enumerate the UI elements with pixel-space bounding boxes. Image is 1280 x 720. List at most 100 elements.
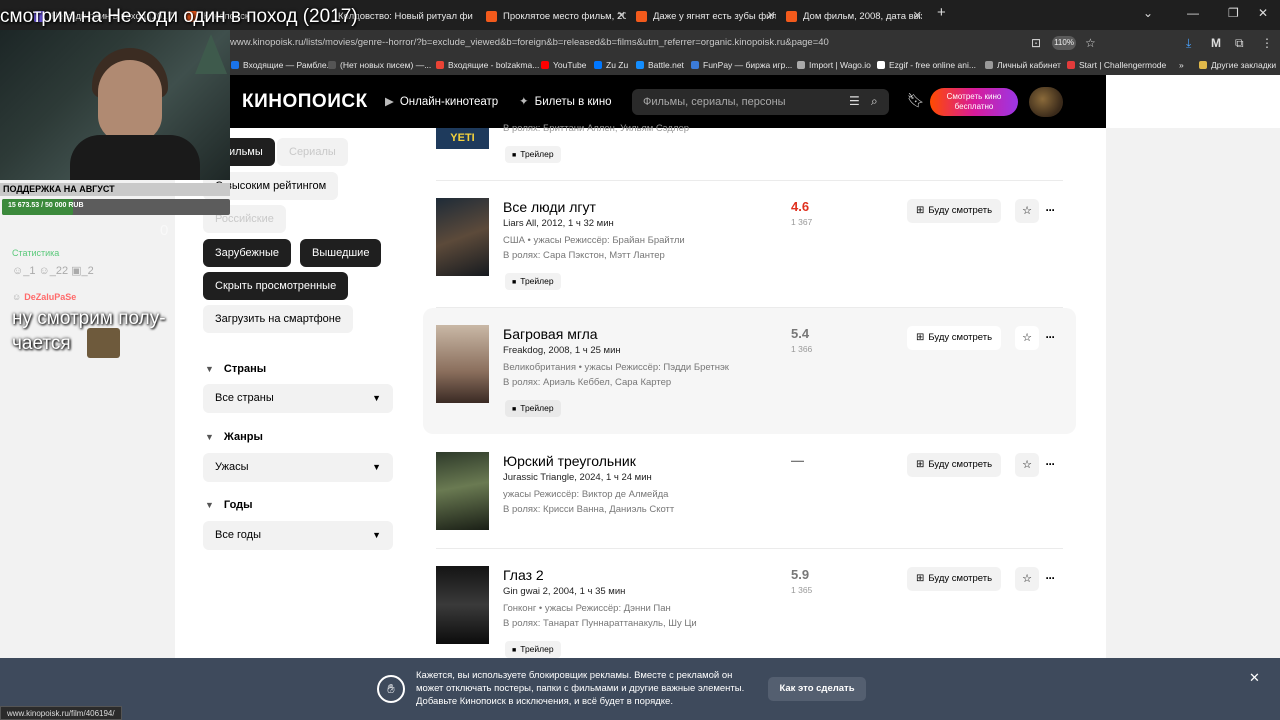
- new-tab-button[interactable]: +: [937, 4, 946, 21]
- trailer-button[interactable]: ■ Трейлер: [505, 400, 561, 417]
- browser-tab[interactable]: Даже у ягнят есть зубы фильм ✕: [636, 6, 776, 26]
- kinopoisk-logo[interactable]: КИНОПОИСК: [242, 91, 368, 113]
- url-field[interactable]: www.kinopoisk.ru/lists/movies/genre--hor…: [230, 37, 829, 48]
- years-select[interactable]: Все годы ▼: [203, 521, 393, 550]
- bookmark-item[interactable]: Входящие — Рамбле...: [231, 60, 334, 70]
- bookmark-icon: [231, 61, 239, 69]
- tab-close-icon[interactable]: ✕: [767, 9, 776, 22]
- bookmark-item[interactable]: FunPay — биржа игр...: [691, 60, 792, 70]
- star-icon[interactable]: ☆: [1015, 567, 1039, 591]
- window-close-icon[interactable]: ✕: [1258, 6, 1268, 20]
- bookmark-item[interactable]: Входящие - bolzakma...: [436, 60, 539, 70]
- menu-icon[interactable]: ⋮: [1261, 36, 1273, 50]
- filter-hide-viewed[interactable]: Скрыть просмотренные: [203, 272, 349, 300]
- watch-later-button[interactable]: ⊞ Буду смотреть: [907, 199, 1002, 223]
- browser-tab[interactable]: Колдовство: Новый ритуал фи: [338, 6, 482, 26]
- more-bookmarks-icon[interactable]: »: [1179, 60, 1184, 70]
- filter-icon[interactable]: ☰: [849, 94, 860, 108]
- trailer-label: Трейлер: [520, 403, 554, 413]
- maximize-icon[interactable]: ❐: [1228, 6, 1239, 20]
- watch-later-button[interactable]: ⊞ Буду смотреть: [907, 326, 1002, 350]
- bookmarks-icon[interactable]: 🔖︎: [907, 92, 925, 109]
- ticket-icon: ✦: [519, 96, 529, 108]
- tab-close-icon[interactable]: ✕: [617, 9, 626, 22]
- tab-title: Дом фильм, 2008, дата выход: [803, 10, 922, 22]
- bookmark-item[interactable]: YouTube: [541, 60, 586, 70]
- bookmark-item[interactable]: Ezgif - free online ani...: [877, 60, 976, 70]
- countries-select[interactable]: Все страны ▼: [203, 384, 393, 413]
- download-icon[interactable]: ⤓: [1186, 36, 1191, 51]
- list-item[interactable]: Глаз 2 Gin gwai 2, 2004, 1 ч 35 мин Гонк…: [423, 549, 1076, 675]
- star-icon[interactable]: ☆: [1015, 453, 1039, 477]
- filter-released[interactable]: Вышедшие: [300, 239, 382, 267]
- avatar[interactable]: [1029, 87, 1063, 117]
- movie-title[interactable]: Все люди лгут: [503, 199, 596, 215]
- dropdown-arrow-icon: ▼: [372, 393, 381, 403]
- years-heading[interactable]: ▼ Годы: [205, 499, 253, 511]
- video-icon: ■: [512, 279, 517, 286]
- years-value: Все годы: [215, 529, 261, 541]
- filter-foreign[interactable]: Зарубежные: [203, 239, 292, 267]
- funpay-icon: [691, 61, 699, 69]
- other-bookmarks[interactable]: Другие закладки: [1199, 60, 1276, 70]
- minimize-icon[interactable]: —: [1187, 6, 1199, 20]
- search-input[interactable]: Фильмы, сериалы, персоны ☰ ⌕: [632, 89, 889, 115]
- search-icon[interactable]: ⌕: [871, 94, 878, 109]
- browser-tab[interactable]: Дом фильм, 2008, дата выход ✕: [786, 6, 922, 26]
- movie-original: Gin gwai 2, 2004, 1 ч 35 мин: [503, 586, 626, 597]
- list-item[interactable]: Юрский треугольник Jurassic Triangle, 20…: [423, 435, 1076, 561]
- trailer-button[interactable]: ■ Трейлер: [505, 641, 561, 658]
- list-item[interactable]: Багровая мгла Freakdog, 2008, 1 ч 25 мин…: [423, 308, 1076, 434]
- filter-load-phone[interactable]: Загрузить на смартфоне: [203, 305, 353, 333]
- profile-m-icon[interactable]: M: [1211, 36, 1221, 50]
- tree-decoration: [195, 34, 227, 74]
- countries-heading[interactable]: ▼ Страны: [205, 363, 266, 375]
- movie-poster[interactable]: [436, 452, 489, 530]
- nav-tickets[interactable]: ✦ Билеты в кино: [519, 94, 612, 108]
- page-gutter-right: [1106, 128, 1280, 658]
- trailer-button[interactable]: ■ Трейлер: [505, 273, 561, 290]
- support-progress-bar: 15 673.53 / 50 000 RUB: [2, 199, 230, 215]
- watch-later-button[interactable]: ⊞ Буду смотреть: [907, 567, 1002, 591]
- install-app-icon[interactable]: ⊡: [1031, 36, 1041, 50]
- movie-title[interactable]: Глаз 2: [503, 567, 544, 583]
- chat-username-label: DeZaluPaSe: [24, 292, 77, 302]
- tab-close-icon[interactable]: ✕: [913, 9, 922, 22]
- star-icon[interactable]: ☆: [1015, 326, 1039, 350]
- bookmark-item[interactable]: (Нет новых писем) —...: [328, 60, 431, 70]
- extensions-icon[interactable]: ⧉: [1235, 36, 1244, 51]
- filter-series[interactable]: Сериалы: [277, 138, 348, 166]
- watch-later-button[interactable]: ⊞ Буду смотреть: [907, 453, 1002, 477]
- more-icon[interactable]: ···: [1042, 199, 1058, 223]
- movie-poster[interactable]: [436, 325, 489, 403]
- list-item[interactable]: Все люди лгут Liars All, 2012, 1 ч 32 ми…: [423, 181, 1076, 307]
- movie-poster[interactable]: YETI: [436, 128, 489, 149]
- more-icon[interactable]: ···: [1042, 326, 1058, 350]
- movie-poster[interactable]: [436, 198, 489, 276]
- bookmark-star-icon[interactable]: ☆: [1085, 36, 1096, 50]
- star-icon[interactable]: ☆: [1015, 199, 1039, 223]
- close-icon[interactable]: ✕: [1249, 670, 1260, 686]
- bookmark-item[interactable]: Import | Wago.io: [797, 60, 871, 70]
- more-icon[interactable]: ···: [1042, 567, 1058, 591]
- how-to-button[interactable]: Как это сделать: [768, 677, 866, 701]
- more-icon[interactable]: ···: [1042, 453, 1058, 477]
- movie-poster[interactable]: [436, 566, 489, 644]
- bookmark-item[interactable]: Личный кабинет: [985, 60, 1061, 70]
- movie-original: Jurassic Triangle, 2024, 1 ч 24 мин: [503, 472, 652, 483]
- movie-title[interactable]: Багровая мгла: [503, 326, 598, 342]
- movie-cast: В ролях: Бриттани Аллен, Уильям Сэдлер: [503, 123, 690, 134]
- trailer-button[interactable]: ■ Трейлер: [505, 146, 561, 163]
- nav-online-cinema[interactable]: ▶ Онлайн-кинотеатр: [385, 94, 498, 108]
- movie-title[interactable]: Юрский треугольник: [503, 453, 636, 469]
- wago-icon: [797, 61, 805, 69]
- tab-list-icon[interactable]: ⌄: [1143, 6, 1153, 20]
- browser-tab[interactable]: Проклятое место фильм, 2013 ✕: [486, 6, 626, 26]
- bookmark-item[interactable]: Zu Zu: [594, 60, 628, 70]
- zoom-level[interactable]: 110%: [1052, 36, 1076, 50]
- genres-select[interactable]: Ужасы ▼: [203, 453, 393, 482]
- bookmark-item[interactable]: Battle.net: [636, 60, 684, 70]
- genres-heading[interactable]: ▼ Жанры: [205, 431, 263, 443]
- bookmark-item[interactable]: Start | Challengermode: [1067, 60, 1166, 70]
- watch-free-button[interactable]: Смотреть кино бесплатно: [930, 88, 1018, 116]
